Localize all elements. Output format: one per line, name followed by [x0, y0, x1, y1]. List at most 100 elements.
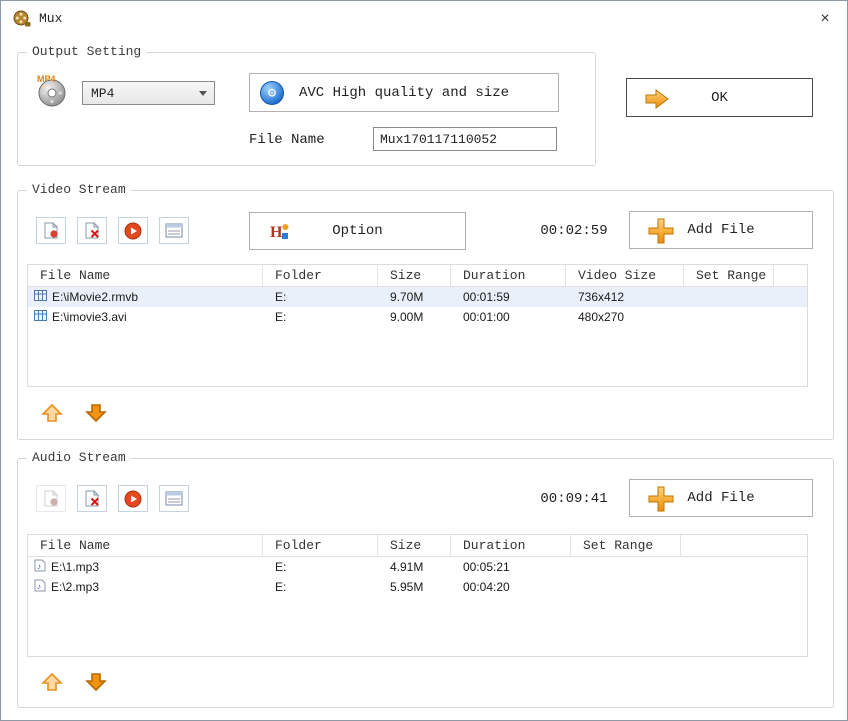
- play-preview-button[interactable]: [118, 217, 148, 244]
- cell-file-name: E:\imovie3.avi: [52, 310, 127, 324]
- audio-stream-group: Audio Stream: [17, 458, 834, 708]
- delete-document-button[interactable]: [77, 485, 107, 512]
- column-header-duration[interactable]: Duration: [451, 535, 571, 556]
- close-button[interactable]: ×: [810, 5, 840, 33]
- format-selected-value: MP4: [91, 86, 114, 101]
- column-header-file-name[interactable]: File Name: [28, 265, 263, 286]
- down-arrow-icon: [85, 672, 107, 692]
- cell-folder: E:: [263, 290, 378, 304]
- cell-size: 4.91M: [378, 560, 451, 574]
- audio-table-header: File Name Folder Size Duration Set Range: [28, 535, 807, 557]
- plus-icon: [648, 218, 674, 249]
- up-arrow-icon: [41, 403, 63, 423]
- column-header-set-range[interactable]: Set Range: [571, 535, 681, 556]
- chevron-down-icon: [199, 91, 207, 96]
- cell-folder: E:: [263, 560, 378, 574]
- audio-add-file-button[interactable]: Add File: [629, 479, 813, 517]
- video-file-table: File Name Folder Size Duration Video Siz…: [27, 264, 808, 387]
- video-total-duration: 00:02:59: [518, 223, 630, 239]
- cell-duration: 00:05:21: [451, 560, 571, 574]
- video-move-buttons: [40, 403, 108, 425]
- titlebar: Mux ×: [1, 1, 847, 37]
- ok-button[interactable]: OK: [626, 78, 813, 117]
- film-reel-icon: [13, 10, 31, 28]
- option-button[interactable]: H Option: [249, 212, 466, 250]
- cell-file-name: E:\2.mp3: [51, 580, 99, 594]
- window-title: Mux: [39, 11, 62, 26]
- properties-button[interactable]: [159, 217, 189, 244]
- file-name-input[interactable]: [373, 127, 557, 151]
- play-icon: [124, 490, 142, 508]
- file-name-label: File Name: [249, 132, 325, 148]
- svg-text:♪: ♪: [37, 562, 41, 571]
- video-toolbar: [36, 217, 189, 244]
- video-table-header: File Name Folder Size Duration Video Siz…: [28, 265, 807, 287]
- move-down-button[interactable]: [84, 672, 108, 694]
- add-document-icon: [43, 490, 59, 507]
- audio-toolbar: [36, 485, 189, 512]
- cell-video-size: 736x412: [566, 290, 684, 304]
- cell-size: 9.00M: [378, 310, 451, 324]
- delete-document-icon: [84, 490, 100, 507]
- column-header-set-range[interactable]: Set Range: [684, 265, 774, 286]
- up-arrow-icon: [41, 672, 63, 692]
- column-header-folder[interactable]: Folder: [263, 265, 378, 286]
- ok-label: OK: [711, 90, 728, 106]
- video-add-file-button[interactable]: Add File: [629, 211, 813, 249]
- audio-add-file-label: Add File: [687, 490, 754, 506]
- audio-table-row[interactable]: ♪ E:\1.mp3 E: 4.91M 00:05:21: [28, 557, 807, 577]
- delete-document-icon: [84, 222, 100, 239]
- cell-file-name: E:\1.mp3: [51, 560, 99, 574]
- play-preview-button[interactable]: [118, 485, 148, 512]
- delete-document-button[interactable]: [77, 217, 107, 244]
- output-setting-group: Output Setting MP4 MP4 ⚙ AVC High qualit…: [17, 52, 596, 166]
- move-up-button[interactable]: [40, 672, 64, 694]
- column-header-size[interactable]: Size: [378, 265, 451, 286]
- cell-size: 9.70M: [378, 290, 451, 304]
- column-header-folder[interactable]: Folder: [263, 535, 378, 556]
- add-document-button[interactable]: [36, 217, 66, 244]
- arrow-right-icon: [643, 87, 671, 116]
- audio-total-duration: 00:09:41: [518, 491, 630, 507]
- option-label: Option: [332, 223, 382, 239]
- cell-duration: 00:01:00: [451, 310, 566, 324]
- mux-window: Mux × Output Setting MP4 MP4 ⚙ AVC High …: [0, 0, 848, 721]
- video-file-icon: [34, 309, 47, 325]
- audio-move-buttons: [40, 672, 108, 694]
- audio-file-icon: ♪: [34, 579, 46, 595]
- cell-duration: 00:04:20: [451, 580, 571, 594]
- down-arrow-icon: [85, 403, 107, 423]
- audio-stream-legend: Audio Stream: [27, 450, 131, 465]
- column-header-size[interactable]: Size: [378, 535, 451, 556]
- audio-file-table: File Name Folder Size Duration Set Range…: [27, 534, 808, 657]
- video-table-row[interactable]: E:\imovie3.avi E: 9.00M 00:01:00 480x270: [28, 307, 807, 327]
- video-stream-legend: Video Stream: [27, 182, 131, 197]
- column-header-filler: [681, 535, 807, 556]
- add-document-button: [36, 485, 66, 512]
- output-setting-legend: Output Setting: [27, 44, 146, 59]
- svg-text:♪: ♪: [37, 582, 41, 591]
- cell-folder: E:: [263, 580, 378, 594]
- move-up-button[interactable]: [40, 403, 64, 425]
- audio-table-row[interactable]: ♪ E:\2.mp3 E: 5.95M 00:04:20: [28, 577, 807, 597]
- column-header-duration[interactable]: Duration: [451, 265, 566, 286]
- audio-file-icon: ♪: [34, 559, 46, 575]
- avc-quality-button[interactable]: ⚙ AVC High quality and size: [249, 73, 559, 112]
- column-header-video-size[interactable]: Video Size: [566, 265, 684, 286]
- option-logo-icon: H: [270, 222, 290, 246]
- output-format-select[interactable]: MP4: [82, 81, 215, 105]
- video-table-row[interactable]: E:\iMovie2.rmvb E: 9.70M 00:01:59 736x41…: [28, 287, 807, 307]
- details-icon: [165, 223, 183, 238]
- details-icon: [165, 491, 183, 506]
- cell-video-size: 480x270: [566, 310, 684, 324]
- video-file-icon: [34, 289, 47, 305]
- gear-icon: ⚙: [260, 81, 284, 105]
- column-header-file-name[interactable]: File Name: [28, 535, 263, 556]
- video-add-file-label: Add File: [687, 222, 754, 238]
- move-down-button[interactable]: [84, 403, 108, 425]
- cell-duration: 00:01:59: [451, 290, 566, 304]
- properties-button[interactable]: [159, 485, 189, 512]
- svg-text:MP4: MP4: [37, 74, 56, 84]
- column-header-filler: [774, 265, 807, 286]
- add-document-icon: [43, 222, 59, 239]
